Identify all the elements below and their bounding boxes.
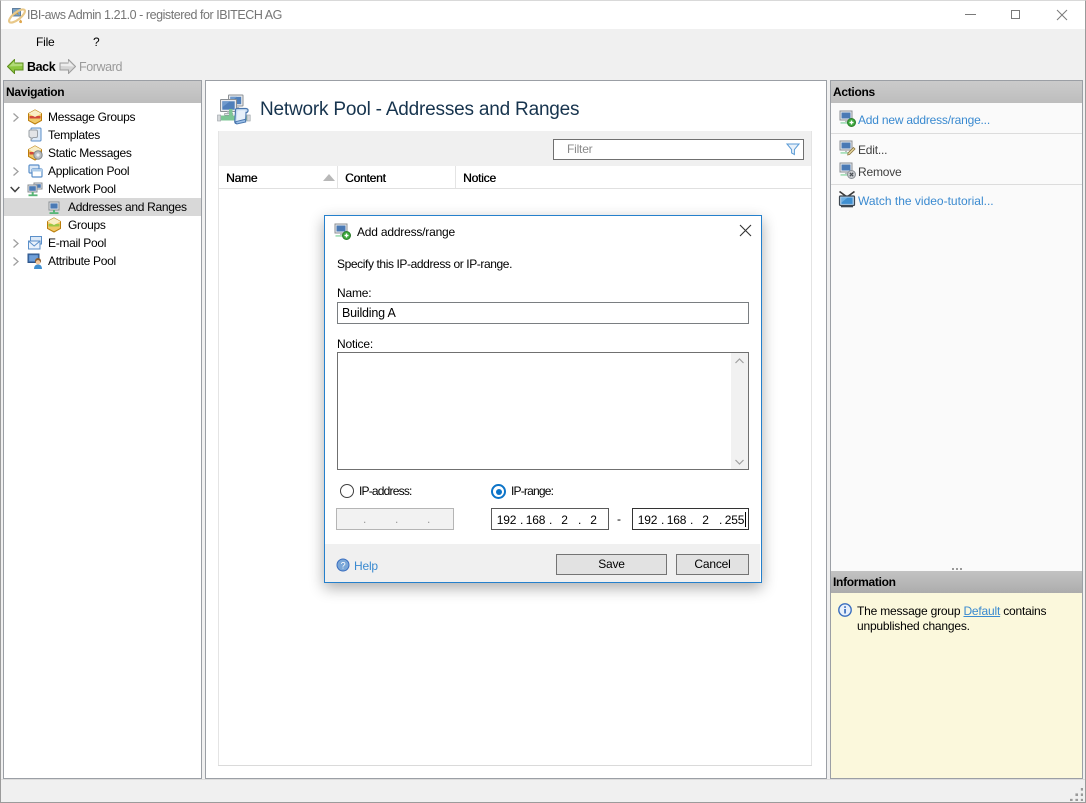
svg-text:?: ? — [341, 561, 346, 571]
